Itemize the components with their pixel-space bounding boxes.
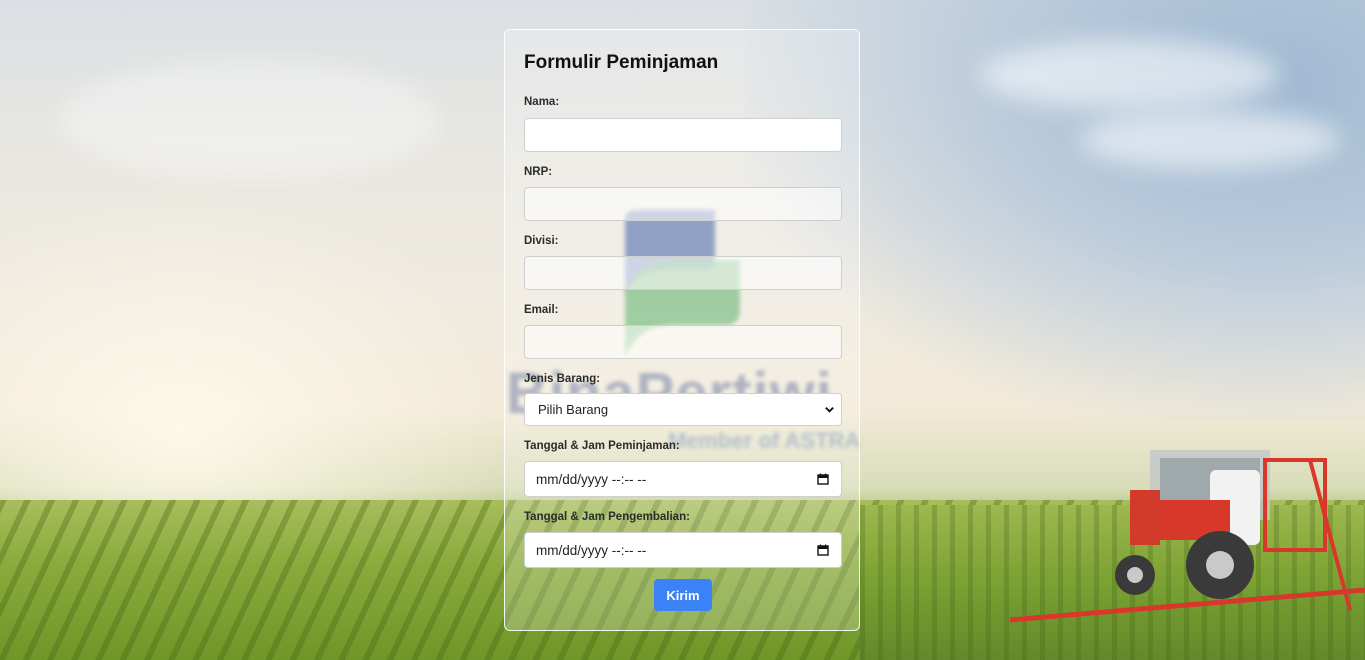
tanggal-pengembalian-input[interactable]: mm/dd/yyyy --:-- -- <box>524 532 842 568</box>
nama-label: Nama: <box>524 96 560 108</box>
tanggal-pengembalian-placeholder: mm/dd/yyyy --:-- -- <box>536 542 647 558</box>
tanggal-peminjaman-placeholder: mm/dd/yyyy --:-- -- <box>536 471 647 487</box>
calendar-icon[interactable] <box>817 473 829 485</box>
divisi-input[interactable] <box>524 256 842 290</box>
loan-form: Formulir Peminjaman Nama: NRP: Divisi: E… <box>504 29 860 631</box>
tanggal-peminjaman-label: Tanggal & Jam Peminjaman: <box>524 440 680 452</box>
divisi-label: Divisi: <box>524 235 559 247</box>
nrp-label: NRP: <box>524 166 553 178</box>
sun-glow <box>0 180 520 540</box>
nama-input[interactable] <box>524 118 842 152</box>
jenis-barang-label: Jenis Barang: <box>524 373 601 385</box>
nrp-input[interactable] <box>524 187 842 221</box>
calendar-icon[interactable] <box>817 544 829 556</box>
jenis-barang-selected: Pilih Barang <box>538 402 609 417</box>
jenis-barang-select[interactable]: Pilih Barang <box>524 393 842 426</box>
cloud <box>1080 110 1340 170</box>
form-title: Formulir Peminjaman <box>524 52 719 73</box>
email-label: Email: <box>524 304 559 316</box>
email-input[interactable] <box>524 325 842 359</box>
tanggal-peminjaman-input[interactable]: mm/dd/yyyy --:-- -- <box>524 461 842 497</box>
cloud <box>980 40 1280 110</box>
tractor-image <box>1010 450 1365 623</box>
chevron-down-icon <box>825 407 834 413</box>
tanggal-pengembalian-label: Tanggal & Jam Pengembalian: <box>524 511 690 523</box>
submit-button[interactable]: Kirim <box>654 579 712 611</box>
cloud <box>60 60 440 180</box>
